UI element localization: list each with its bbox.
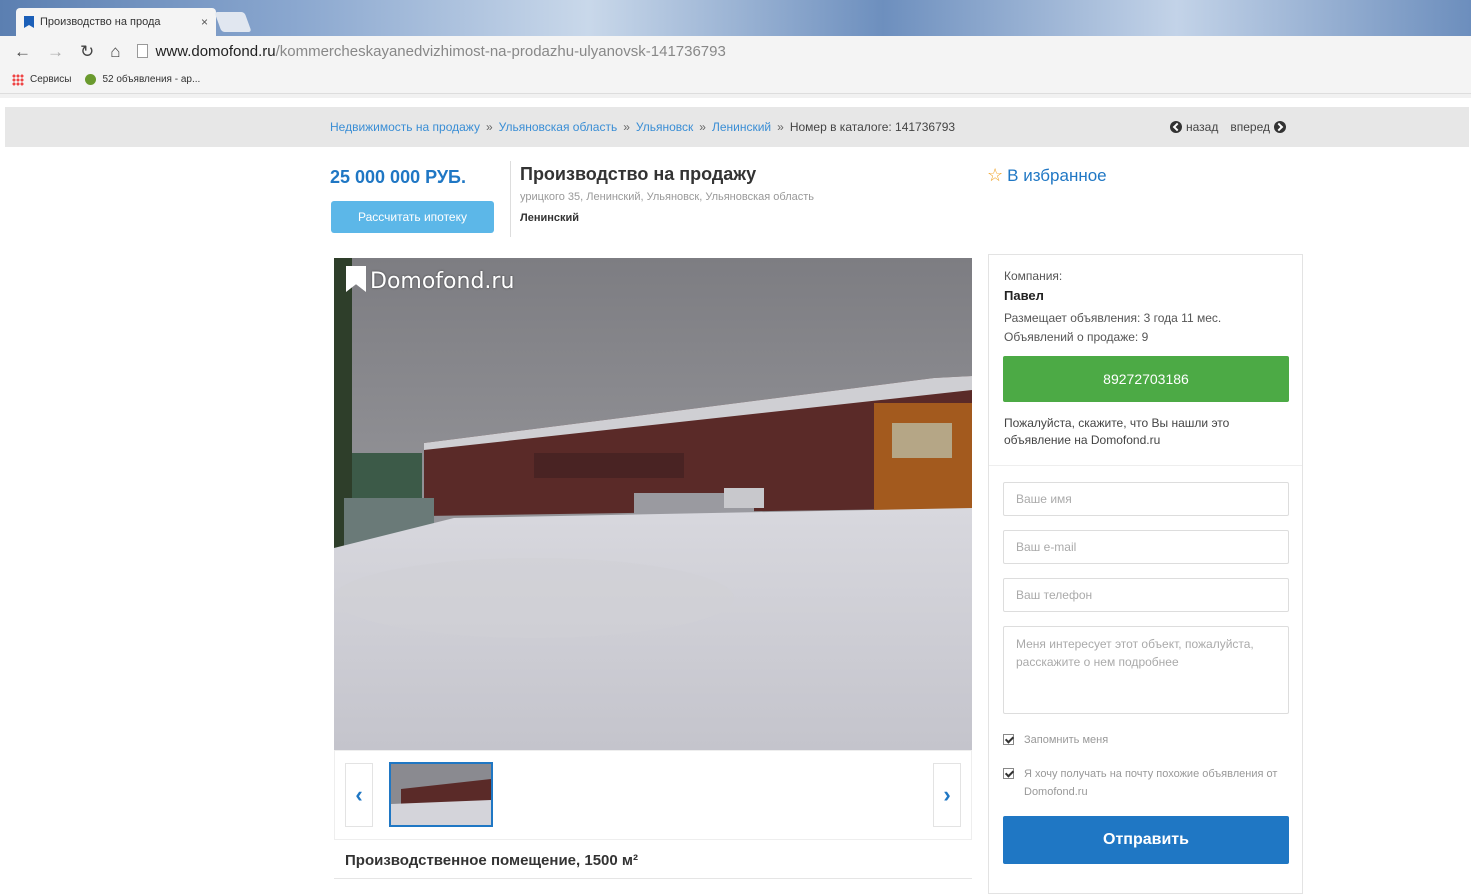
divider <box>989 465 1302 466</box>
subscribe-label: Я хочу получать на почту похожие объявле… <box>1024 768 1278 798</box>
contact-card: Компания: Павел Размещает объявления: 3 … <box>988 254 1303 894</box>
email-field[interactable] <box>1003 530 1289 564</box>
new-tab-button[interactable] <box>214 12 252 32</box>
checkbox-checked-icon[interactable] <box>1003 768 1014 779</box>
chevron-left-icon: ‹ <box>355 782 363 807</box>
prev-photo-button[interactable]: ‹ <box>345 763 373 827</box>
watermark-logo: Domofond.ru <box>346 266 514 294</box>
page-title: Производство на продажу <box>520 164 757 184</box>
site-favicon-icon <box>85 74 97 85</box>
breadcrumb-item[interactable]: Ленинский <box>712 120 771 134</box>
thumbnail-strip: ‹ › <box>334 750 972 840</box>
catalog-number: Номер в каталоге: 141736793 <box>789 120 956 134</box>
listing-subtitle: Производственное помещение, 1500 м² <box>345 852 638 869</box>
thumbnail-image <box>391 764 491 825</box>
breadcrumb: Недвижимость на продажу » Ульяновская обла… <box>330 120 955 134</box>
star-icon: ☆ <box>987 165 1004 185</box>
bookmark-label: Сервисы <box>30 74 72 85</box>
home-icon[interactable]: ⌂ <box>110 43 120 60</box>
back-circle-icon[interactable] <box>1170 121 1182 133</box>
name-field[interactable] <box>1003 482 1289 516</box>
forward-circle-icon[interactable] <box>1273 121 1286 133</box>
bookmarks-bar: Сервисы 52 объявления - ар... <box>0 66 1471 94</box>
favorite-link[interactable]: ☆ В избранное <box>987 165 1107 186</box>
mortgage-button[interactable]: Рассчитать ипотеку <box>331 201 494 233</box>
back-arrow-icon[interactable]: ← <box>14 43 31 60</box>
remember-me-label: Запомнить меня <box>1024 734 1109 746</box>
reload-icon[interactable]: ↻ <box>80 43 94 60</box>
submit-button[interactable]: Отправить <box>1003 816 1289 864</box>
breadcrumb-bar: Недвижимость на продажу » Ульяновская обла… <box>5 107 1469 147</box>
breadcrumb-item[interactable]: Ульяновская область <box>499 120 618 134</box>
divider <box>334 878 972 879</box>
divider <box>510 161 511 237</box>
next-photo-button[interactable]: › <box>933 763 961 827</box>
back-link[interactable]: назад <box>1186 120 1218 134</box>
chevron-right-icon: › <box>943 782 951 807</box>
ads-count: Объявлений о продаже: 9 <box>1004 330 1149 344</box>
price: 25 000 000 РУБ. <box>330 167 466 187</box>
page-icon <box>136 44 148 58</box>
main-photo[interactable] <box>334 258 972 750</box>
address: урицкого 35, Ленинский, Ульяновск, Ульян… <box>520 191 815 203</box>
address-bar[interactable]: www.domofond.ru/kommercheskayanedvizhimo… <box>136 42 726 60</box>
contact-note: Пожалуйста, скажите, что Вы нашли это об… <box>1004 416 1230 447</box>
district: Ленинский <box>520 212 580 224</box>
phone-field[interactable] <box>1003 578 1289 612</box>
breadcrumb-separator: » <box>485 120 493 134</box>
message-field[interactable] <box>1003 626 1289 714</box>
tab-title: Производство на прода <box>40 16 161 28</box>
breadcrumb-separator: » <box>623 120 630 134</box>
breadcrumb-separator: » <box>777 120 784 134</box>
breadcrumb-item[interactable]: Ульяновск <box>636 120 693 134</box>
watermark-text: Domofond.ru <box>370 269 515 294</box>
checkbox-checked-icon[interactable] <box>1003 734 1014 745</box>
bookmark-favicon-icon <box>24 16 34 28</box>
apps-grid-icon <box>12 73 24 86</box>
company-label: Компания: <box>1004 269 1063 283</box>
remember-me-checkbox[interactable]: Запомнить меня <box>1003 731 1283 749</box>
forward-arrow-icon[interactable]: → <box>47 43 64 60</box>
close-tab-icon[interactable]: × <box>201 15 208 29</box>
breadcrumb-item[interactable]: Недвижимость на продажу <box>330 120 480 134</box>
url-host: www.domofond.ru <box>155 42 276 60</box>
bookmark-apps[interactable]: Сервисы <box>12 73 72 86</box>
browser-tab[interactable]: Производство на прода × <box>16 8 216 36</box>
forward-link[interactable]: вперед <box>1230 120 1270 134</box>
url-path: /kommercheskayanedvizhimost-na-prodazhu-… <box>275 42 726 60</box>
warehouse-photo <box>334 258 972 750</box>
browser-toolbar: ← → ↻ ⌂ www.domofond.ru/kommercheskayane… <box>0 36 1471 66</box>
history-nav: назад вперед <box>1170 120 1286 134</box>
phone-button[interactable]: 89272703186 <box>1003 356 1289 402</box>
posting-since: Размещает объявления: 3 года 11 мес. <box>1004 311 1222 325</box>
logo-bookmark-icon <box>346 266 366 292</box>
subscribe-checkbox[interactable]: Я хочу получать на почту похожие объявле… <box>1003 765 1283 801</box>
tab-strip: Производство на прода × <box>0 0 1471 36</box>
browser-chrome: Производство на прода × ← → ↻ ⌂ www.domo… <box>0 0 1471 98</box>
breadcrumb-separator: » <box>699 120 706 134</box>
bookmark-ads[interactable]: 52 объявления - ар... <box>85 74 200 85</box>
seller-name: Павел <box>1004 288 1044 303</box>
favorite-label: В избранное <box>1007 165 1107 185</box>
bookmark-label: 52 объявления - ар... <box>102 74 201 85</box>
photo-thumbnail[interactable] <box>389 762 493 827</box>
